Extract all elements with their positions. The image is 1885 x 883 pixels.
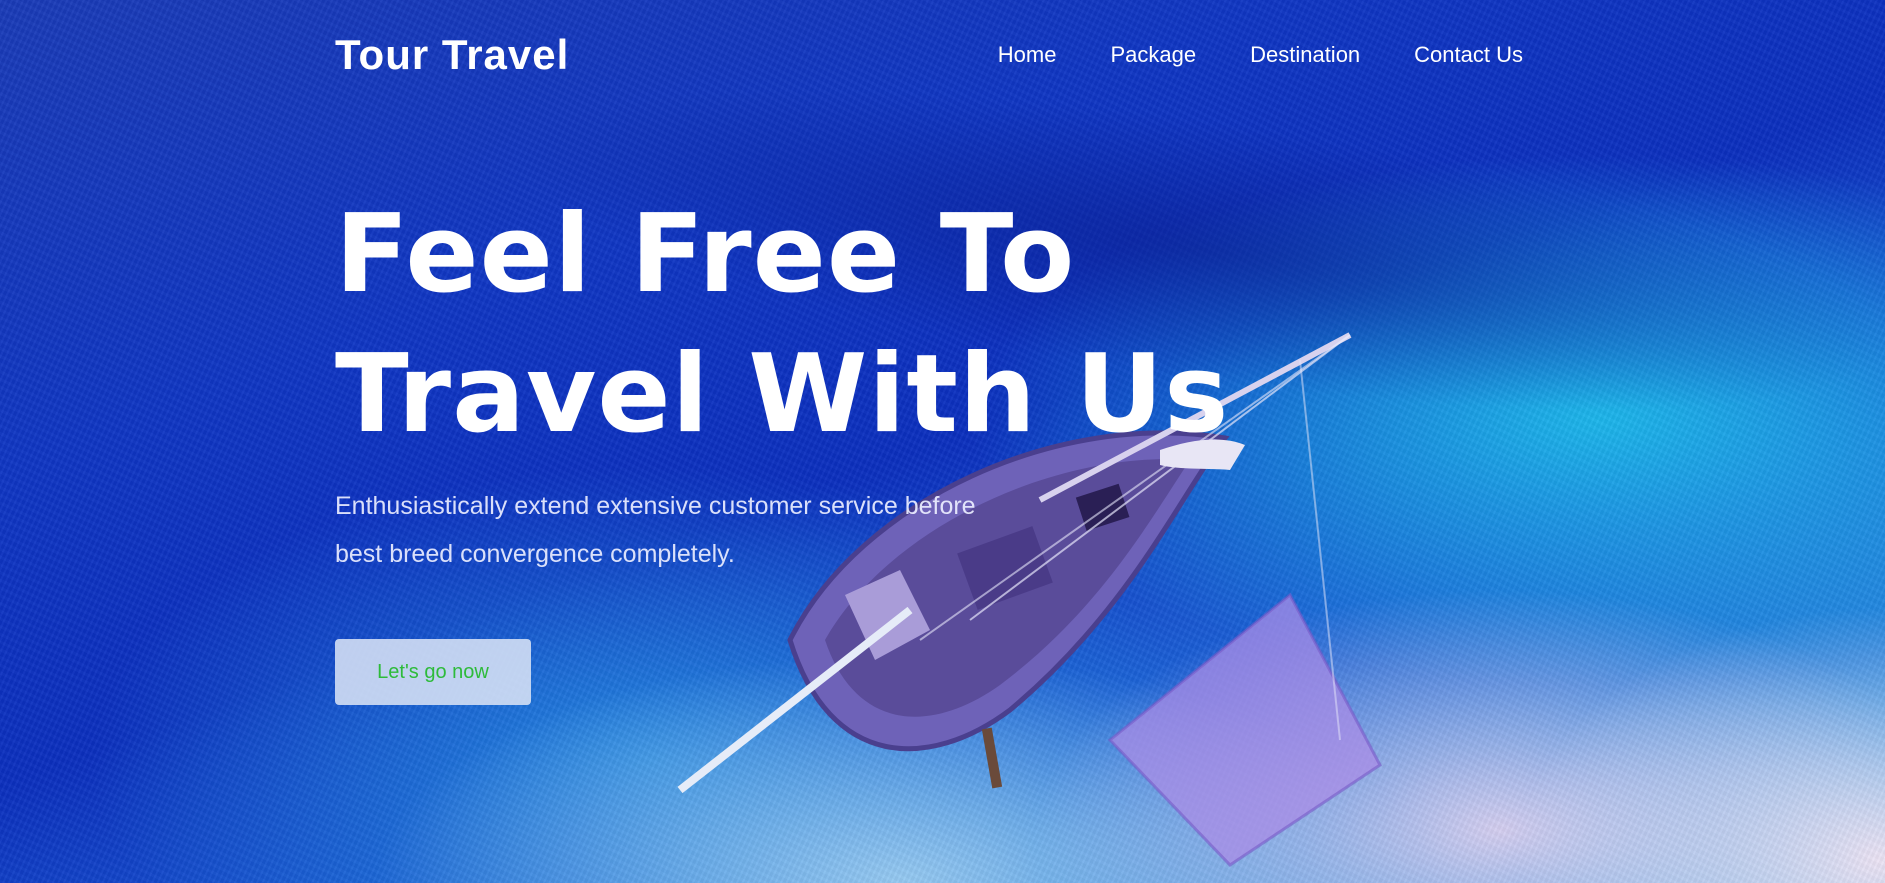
- site-logo[interactable]: Tour Travel: [335, 30, 569, 80]
- hero-headline: Feel Free To Travel With Us: [335, 185, 1229, 465]
- nav-item-contact-us[interactable]: Contact Us: [1414, 42, 1523, 68]
- hero-subtitle: Enthusiastically extend extensive custom…: [335, 482, 1095, 578]
- nav-item-destination[interactable]: Destination: [1250, 42, 1360, 68]
- nav-item-home[interactable]: Home: [998, 42, 1057, 68]
- site-header: Tour Travel Home Package Destination Con…: [335, 30, 1523, 80]
- wooden-stake: [981, 727, 1003, 789]
- main-nav: Home Package Destination Contact Us: [998, 42, 1523, 68]
- lets-go-now-button[interactable]: Let's go now: [335, 639, 531, 705]
- hero-subtitle-line-2: best breed convergence completely.: [335, 540, 735, 568]
- hero-headline-line-1: Feel Free To: [335, 192, 1076, 317]
- nav-item-package[interactable]: Package: [1110, 42, 1196, 68]
- hero-headline-line-2: Travel With Us: [335, 332, 1230, 457]
- hero-subtitle-line-1: Enthusiastically extend extensive custom…: [335, 492, 976, 520]
